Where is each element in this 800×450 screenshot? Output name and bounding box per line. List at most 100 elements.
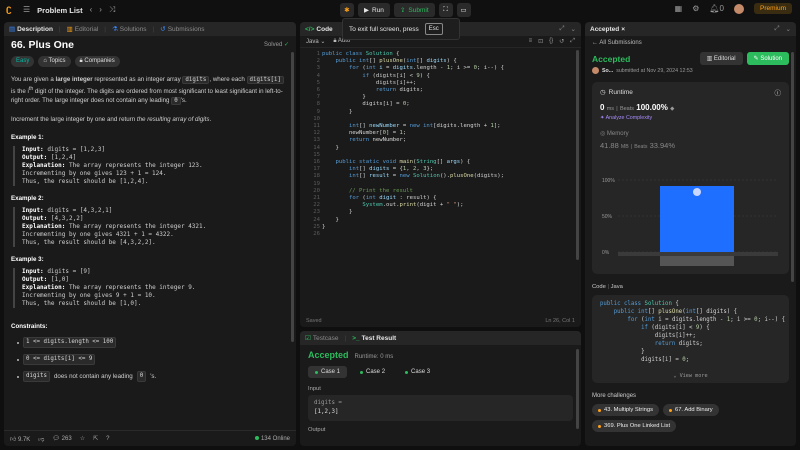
- challenge-chip[interactable]: 67. Add Binary: [662, 404, 719, 416]
- tab-testcase[interactable]: ☑ Testcase: [305, 334, 338, 343]
- code-line: newNumber[0] = 1;: [322, 130, 407, 137]
- solution-code: public class Solution { public int[] plu…: [592, 295, 789, 383]
- history-icon: ↺: [160, 26, 166, 33]
- layout-icon[interactable]: ▦: [675, 4, 683, 13]
- close-tab-icon[interactable]: ×: [621, 26, 625, 33]
- tab-description[interactable]: ▤ Description: [9, 25, 53, 34]
- expand-editor-icon[interactable]: ⤢: [570, 38, 575, 45]
- premium-button[interactable]: Premium: [753, 3, 792, 14]
- view-more-link[interactable]: ⌄ View more: [592, 372, 789, 380]
- code-line: }: [322, 94, 366, 101]
- constraints-list: 1 <= digits.length <= 100 0 <= digits[i]…: [11, 337, 289, 383]
- comments-button[interactable]: 💬︎ 263: [52, 435, 71, 442]
- accepted-title: Accepted: [592, 53, 631, 64]
- run-button[interactable]: ▶ Run: [358, 3, 390, 17]
- input-label: Input: [308, 386, 321, 392]
- test-panel: ☑ Testcase | >_ Test Result Accepted Runtim…: [300, 331, 581, 446]
- language-select[interactable]: Java ⌄: [306, 38, 325, 45]
- list-icon: ☰: [23, 5, 31, 14]
- note-button[interactable]: ▭: [456, 3, 471, 17]
- accepted-scrollbar[interactable]: [791, 52, 794, 282]
- code-editor[interactable]: 1 public class Solution {2 public int[] p…: [300, 48, 581, 313]
- submit-button[interactable]: ⇪ Submit: [393, 3, 435, 17]
- topics-chip[interactable]: ⌂ Topics: [38, 56, 71, 67]
- tab-editorial[interactable]: ▥ Editorial: [66, 25, 99, 34]
- tab-test-result[interactable]: >_ Test Result: [352, 335, 396, 342]
- share-icon[interactable]: ⇱: [93, 435, 98, 442]
- tab-submissions[interactable]: ↺ Submissions: [160, 25, 204, 34]
- line-number: 10: [313, 115, 320, 122]
- code-line: for (int digit : result) {: [348, 195, 437, 201]
- braces-icon[interactable]: {}: [549, 38, 553, 45]
- info-icon[interactable]: ⓘ: [775, 87, 782, 97]
- line-number: 15: [313, 151, 320, 158]
- fullscreen-button[interactable]: ⛶: [438, 3, 453, 17]
- settings-icon[interactable]: ⚙: [692, 4, 699, 13]
- line-number: 8: [316, 101, 320, 108]
- next-problem-icon[interactable]: ›: [99, 6, 102, 14]
- avatar[interactable]: [733, 3, 744, 14]
- prev-problem-icon[interactable]: ‹: [90, 6, 93, 14]
- leetcode-logo-icon[interactable]: ʗ: [6, 4, 16, 16]
- tab-solutions[interactable]: ⚗ Solutions: [112, 25, 147, 34]
- online-count: 134 Online: [254, 435, 290, 442]
- line-number: 3: [316, 65, 320, 72]
- analyze-complexity-link[interactable]: ✦ Analyze Complexity: [600, 115, 781, 121]
- example-heading: Example 2:: [11, 195, 44, 203]
- terminal-icon: >_: [352, 334, 360, 342]
- line-number: 20: [313, 187, 320, 194]
- constraint-item: digits does not contain any leading 0's.: [17, 371, 289, 383]
- book-icon: ▥: [66, 26, 73, 33]
- line-number: 26: [313, 231, 320, 237]
- cursor-position: Ln 26, Col 1: [545, 318, 575, 324]
- format-icon[interactable]: ≡: [529, 38, 533, 45]
- help-icon[interactable]: ?: [106, 436, 109, 442]
- example-box: Input: digits = [9] Output: [1,0] Explan…: [13, 268, 289, 309]
- memory-label[interactable]: ◎ Memory: [600, 130, 781, 137]
- output-label: Output: [308, 427, 326, 433]
- case-1-tab[interactable]: Case 1: [308, 366, 348, 378]
- challenge-chip[interactable]: 43. Multiply Strings: [592, 404, 659, 416]
- line-number: 11: [313, 123, 320, 129]
- case-3-tab[interactable]: Case 3: [398, 366, 437, 378]
- companies-chip[interactable]: 🔒︎ Companies: [74, 56, 120, 67]
- all-submissions-link[interactable]: ← All Submissions: [592, 40, 789, 46]
- bookmark-icon[interactable]: ⊡: [538, 38, 543, 45]
- problem-list-link[interactable]: Problem List: [37, 6, 82, 15]
- example-heading: Example 1:: [11, 134, 44, 142]
- collapse-icon[interactable]: ⌄: [786, 25, 791, 33]
- tab-code[interactable]: </> Code: [305, 26, 333, 33]
- code-line: }: [322, 223, 326, 230]
- solved-badge: Solved ✓: [263, 42, 289, 48]
- shuffle-icon[interactable]: ⤨: [109, 6, 115, 14]
- accepted-panel: Accepted × ⤢ ⌄ ← All Submissions Accepte…: [585, 22, 796, 446]
- challenge-chip[interactable]: 369. Plus One Linked List: [592, 420, 677, 432]
- range-slider[interactable]: [660, 256, 734, 266]
- line-number: 7: [316, 94, 320, 101]
- dislike-icon[interactable]: 👎︎: [38, 435, 44, 443]
- reset-icon[interactable]: ↺: [559, 38, 564, 45]
- tab-accepted[interactable]: Accepted ×: [590, 26, 625, 33]
- collapse-icon[interactable]: ⌄: [571, 25, 576, 33]
- maximize-icon[interactable]: ⤢: [774, 25, 779, 33]
- like-button[interactable]: 👍︎ 9.7K: [10, 435, 30, 443]
- description-scrollbar[interactable]: [291, 52, 294, 342]
- test-scrollbar[interactable]: [576, 349, 579, 429]
- debug-button[interactable]: ✱: [340, 3, 354, 17]
- editor-scrollbar[interactable]: [576, 50, 579, 260]
- notification-icon[interactable]: 🔔︎0: [709, 4, 724, 13]
- solution-button[interactable]: ✎ Solution: [746, 52, 789, 65]
- test-status: Accepted: [308, 350, 349, 360]
- user-marker-icon: [693, 188, 701, 196]
- maximize-icon[interactable]: ⤢: [559, 25, 564, 33]
- editorial-button[interactable]: ▥ Editorial: [699, 52, 743, 65]
- line-number: 13: [313, 137, 320, 144]
- code-line: digits[i]++;: [322, 79, 417, 86]
- constraints-heading: Constraints:: [11, 323, 48, 331]
- leaf-icon: ◆: [670, 106, 675, 112]
- play-icon: ▶: [364, 7, 369, 14]
- line-number: 12: [313, 130, 320, 137]
- star-icon[interactable]: ☆: [80, 435, 85, 442]
- y-tick-label: 100%: [602, 178, 615, 184]
- case-2-tab[interactable]: Case 2: [353, 366, 392, 378]
